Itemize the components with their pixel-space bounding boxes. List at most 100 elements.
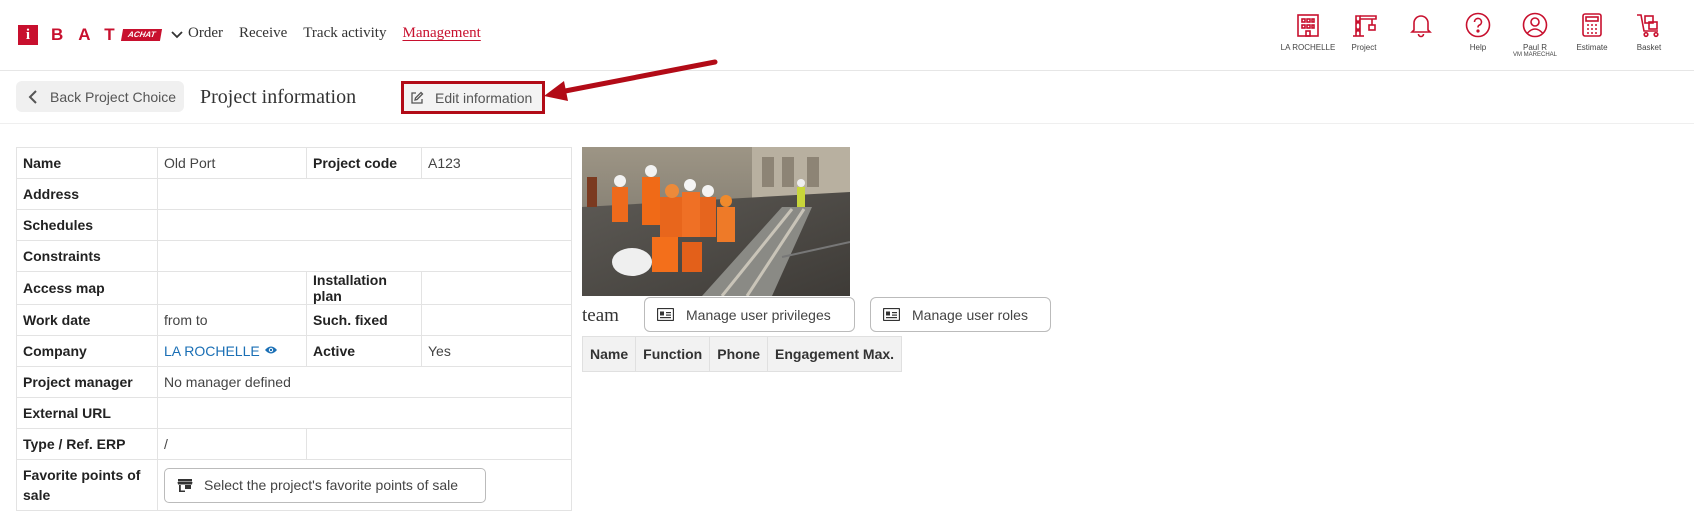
access-map-key: Access map (16, 271, 158, 305)
store-selector[interactable]: LA ROCHELLE (1280, 12, 1336, 52)
address-value (157, 178, 572, 210)
project-photo (582, 147, 850, 296)
schedules-value (157, 209, 572, 241)
installation-plan-value (421, 271, 572, 305)
column-phone[interactable]: Phone (709, 336, 769, 372)
installation-plan-key: Installation plan (306, 271, 422, 305)
help-label: Help (1469, 43, 1487, 52)
logo-text: BAT (51, 25, 130, 44)
estimate-label: Estimate (1576, 43, 1608, 52)
constraints-key: Constraints (16, 240, 158, 272)
table-row: Access map Installation plan (16, 271, 572, 305)
page-toolbar: Back Project Choice Project information … (0, 72, 1694, 124)
name-key: Name (16, 147, 158, 179)
table-row: Schedules (16, 209, 572, 241)
store-icon (177, 478, 193, 492)
main-nav: Order Receive Track activity Management (188, 25, 497, 42)
nav-track-activity[interactable]: Track activity (303, 25, 386, 42)
type-ref-erp-key: Type / Ref. ERP (16, 428, 158, 460)
favorite-points-key: Favorite points of sale (16, 459, 158, 511)
chevron-left-icon (28, 89, 37, 104)
table-row: Address (16, 178, 572, 210)
company-link[interactable]: LA ROCHELLE (164, 343, 260, 359)
table-row: External URL (16, 397, 572, 429)
such-fixed-value (421, 304, 572, 336)
edit-label: Edit information (435, 89, 533, 106)
active-value: Yes (421, 335, 572, 367)
estimate-button[interactable]: Estimate (1564, 12, 1620, 52)
column-engagement-max[interactable]: Engagement Max. (767, 336, 903, 372)
column-name[interactable]: Name (581, 336, 637, 372)
table-row: Favorite points of sale Select the proje… (16, 459, 572, 511)
table-row: Company LA ROCHELLE Active Yes (16, 335, 572, 367)
crane-icon (1353, 15, 1377, 37)
table-row: Name Old Port Project code A123 (16, 147, 572, 179)
table-row: Work date from to Such. fixed (16, 304, 572, 336)
favorite-points-value: Select the project's favorite points of … (157, 459, 572, 511)
team-table: Name Function Phone Engagement Max. (581, 336, 903, 372)
table-row: Project manager No manager defined (16, 366, 572, 398)
external-url-key: External URL (16, 397, 158, 429)
favorite-points-label: Select the project's favorite points of … (204, 477, 459, 493)
edit-icon (411, 91, 424, 104)
work-date-key: Work date (16, 304, 158, 336)
project-code-value: A123 (421, 147, 572, 179)
project-selector[interactable]: Project (1336, 12, 1392, 52)
select-favorite-points-button[interactable]: Select the project's favorite points of … (164, 467, 486, 503)
building-icon (1297, 14, 1319, 37)
project-info-table: Name Old Port Project code A123 Address … (16, 147, 572, 511)
address-key: Address (16, 178, 158, 210)
project-label: Project (1351, 43, 1377, 52)
project-manager-key: Project manager (16, 366, 158, 398)
project-manager-value: No manager defined (157, 366, 572, 398)
schedules-key: Schedules (16, 209, 158, 241)
basket-button[interactable]: Basket (1621, 12, 1677, 52)
eye-icon[interactable] (264, 345, 278, 355)
top-header: i BAT ACHAT Order Receive Track activity… (0, 0, 1694, 71)
manage-user-privileges-button[interactable]: Manage user privileges (644, 297, 855, 332)
nav-receive[interactable]: Receive (239, 25, 287, 42)
company-value: LA ROCHELLE (157, 335, 307, 367)
active-key: Active (306, 335, 422, 367)
basket-label: Basket (1636, 43, 1662, 52)
manage-user-roles-button[interactable]: Manage user roles (870, 297, 1051, 332)
help-button[interactable]: Help (1450, 12, 1506, 52)
logo-badge: ACHAT (120, 29, 163, 41)
access-map-value (157, 271, 307, 305)
basket-icon (1637, 14, 1659, 38)
annotation-arrow (544, 59, 718, 101)
team-table-header: Name Function Phone Engagement Max. (581, 336, 903, 372)
type-ref-erp-value: / (157, 428, 307, 460)
project-code-key: Project code (306, 147, 422, 179)
account-sublabel: VM MARECHAL (1512, 52, 1557, 58)
brand-logo[interactable]: i BAT ACHAT (18, 25, 185, 45)
page-title: Project information (200, 86, 357, 108)
nav-management[interactable]: Management (402, 25, 480, 42)
store-label: LA ROCHELLE (1280, 43, 1336, 52)
id-card-icon (883, 308, 900, 321)
column-function[interactable]: Function (635, 336, 711, 372)
account-button[interactable]: Paul R VM MARECHAL (1507, 12, 1563, 59)
notifications-button[interactable] (1393, 12, 1449, 38)
account-label: Paul R (1522, 43, 1547, 52)
user-icon (1522, 12, 1548, 38)
nav-order[interactable]: Order (188, 25, 223, 42)
type-ref-erp-empty (306, 428, 572, 460)
help-icon (1465, 12, 1491, 38)
constraints-value (157, 240, 572, 272)
table-row: Type / Ref. ERP / (16, 428, 572, 460)
company-key: Company (16, 335, 158, 367)
name-value: Old Port (157, 147, 307, 179)
calculator-icon (1582, 13, 1602, 37)
chevron-down-icon[interactable] (169, 27, 185, 43)
id-card-icon (657, 308, 674, 321)
edit-information-button[interactable]: Edit information (401, 81, 545, 114)
work-date-value: from to (157, 304, 307, 336)
manage-privileges-label: Manage user privileges (686, 306, 831, 323)
manage-roles-label: Manage user roles (912, 306, 1028, 323)
back-project-choice-button[interactable]: Back Project Choice (16, 81, 184, 112)
logo-mark: i (18, 25, 38, 45)
such-fixed-key: Such. fixed (306, 304, 422, 336)
table-row: Constraints (16, 240, 572, 272)
bell-icon (1410, 15, 1432, 38)
